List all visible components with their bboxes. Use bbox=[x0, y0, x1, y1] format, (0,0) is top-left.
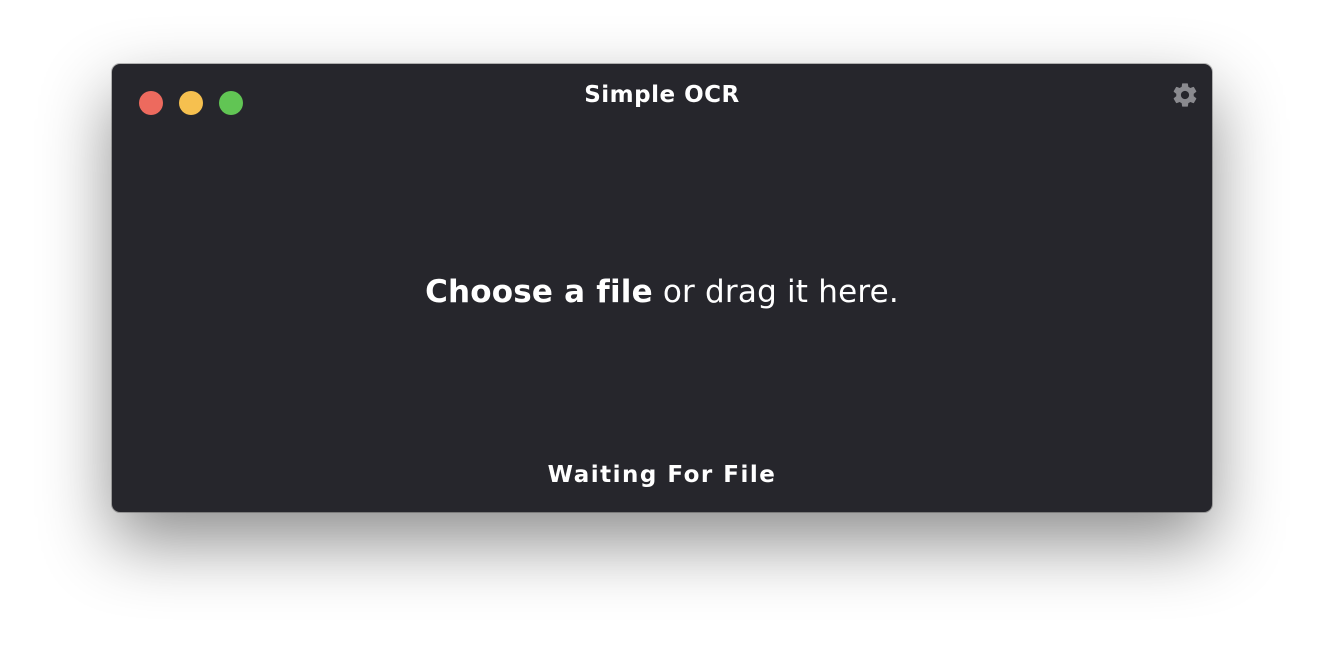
drag-hint-text: or drag it here. bbox=[652, 274, 899, 310]
file-dropzone[interactable]: Choose a file or drag it here. bbox=[112, 274, 1212, 310]
status-text: Waiting For File bbox=[547, 462, 777, 488]
app-window: Simple OCR Choose a file or drag it here… bbox=[112, 64, 1212, 512]
choose-file-link[interactable]: Choose a file bbox=[425, 274, 653, 310]
gear-icon bbox=[1173, 83, 1197, 107]
settings-button[interactable] bbox=[1171, 81, 1199, 109]
window-title: Simple OCR bbox=[584, 82, 740, 108]
